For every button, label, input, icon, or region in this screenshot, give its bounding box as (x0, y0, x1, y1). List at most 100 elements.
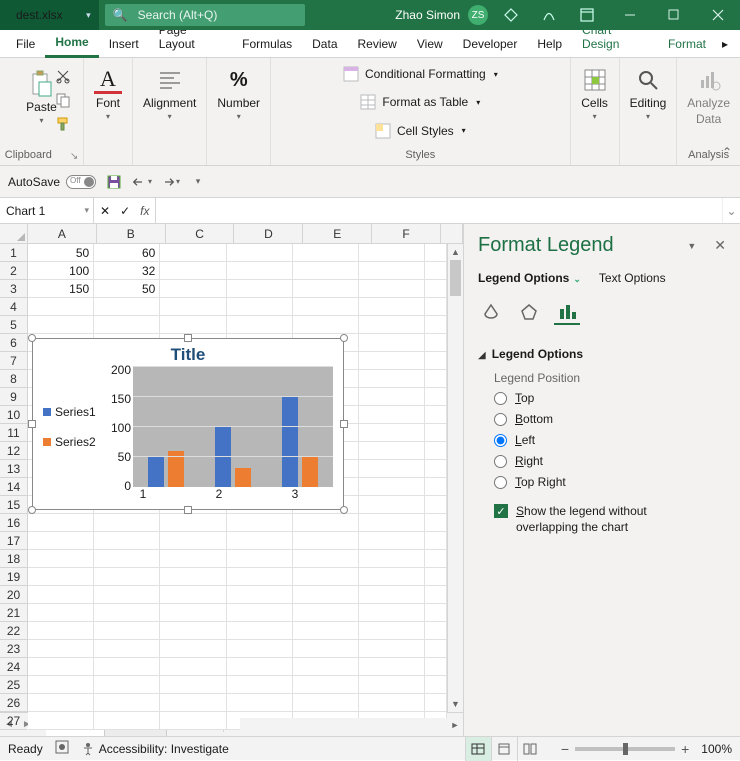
chart-plot-area[interactable]: 200150100500 (133, 367, 333, 487)
row-header[interactable]: 3 (0, 280, 27, 298)
row-header[interactable]: 5 (0, 316, 27, 334)
cell[interactable] (28, 622, 94, 640)
legend-item[interactable]: Series2 (43, 435, 105, 449)
cell[interactable]: 32 (94, 262, 160, 280)
legend-options-icon[interactable] (554, 299, 580, 325)
tab-formulas[interactable]: Formulas (232, 31, 302, 57)
effects-icon[interactable] (516, 299, 542, 325)
select-all-button[interactable] (0, 224, 28, 243)
cell[interactable]: 100 (28, 262, 94, 280)
editing-button[interactable]: Editing ▾ (628, 62, 669, 125)
cell[interactable] (293, 550, 359, 568)
cell[interactable] (28, 712, 94, 730)
cell[interactable] (293, 586, 359, 604)
cell[interactable] (425, 478, 447, 496)
cell[interactable] (293, 694, 359, 712)
cell[interactable] (227, 244, 293, 262)
cell[interactable] (28, 694, 94, 712)
tab-home[interactable]: Home (45, 29, 98, 58)
cell[interactable] (160, 280, 226, 298)
qat-customize-icon[interactable]: ▾ (188, 172, 208, 192)
zoom-percent[interactable]: 100% (701, 742, 732, 756)
cell[interactable] (28, 604, 94, 622)
cell[interactable] (425, 694, 447, 712)
cell[interactable] (227, 532, 293, 550)
cell[interactable] (359, 586, 425, 604)
cell[interactable] (94, 640, 160, 658)
cell[interactable] (425, 676, 447, 694)
cell[interactable] (425, 406, 447, 424)
row-header[interactable]: 2 (0, 262, 27, 280)
legend-item[interactable]: Series1 (43, 405, 105, 419)
bar[interactable] (235, 468, 251, 487)
col-header-d[interactable]: D (234, 224, 303, 243)
cell[interactable] (227, 514, 293, 532)
cell[interactable] (425, 370, 447, 388)
cell[interactable] (359, 352, 425, 370)
cell[interactable] (227, 586, 293, 604)
cell[interactable] (227, 640, 293, 658)
filename-box[interactable]: dest.xlsx ▾ (0, 0, 99, 30)
cell[interactable] (227, 550, 293, 568)
cell[interactable] (425, 604, 447, 622)
cell[interactable] (94, 622, 160, 640)
cell[interactable] (293, 568, 359, 586)
scroll-down-icon[interactable]: ▼ (448, 696, 463, 712)
cell[interactable]: 150 (28, 280, 94, 298)
cell[interactable] (160, 262, 226, 280)
cell[interactable] (293, 280, 359, 298)
cell[interactable] (227, 694, 293, 712)
row-header[interactable]: 21 (0, 604, 27, 622)
row-header[interactable]: 19 (0, 568, 27, 586)
cell[interactable] (160, 712, 226, 730)
paste-dropdown-icon[interactable]: ▾ (39, 116, 43, 125)
col-header-a[interactable]: A (28, 224, 97, 243)
row-header[interactable]: 20 (0, 586, 27, 604)
cell[interactable] (160, 532, 226, 550)
chart-handle-ne[interactable] (340, 334, 348, 342)
cell[interactable] (160, 568, 226, 586)
cell[interactable] (293, 676, 359, 694)
row-header[interactable]: 8 (0, 370, 27, 388)
row-header[interactable]: 10 (0, 406, 27, 424)
cell[interactable] (425, 334, 447, 352)
cell[interactable] (359, 406, 425, 424)
row-header[interactable]: 7 (0, 352, 27, 370)
chart-handle-n[interactable] (184, 334, 192, 342)
chart-title[interactable]: Title (33, 339, 343, 367)
cell[interactable] (359, 622, 425, 640)
cell[interactable] (359, 298, 425, 316)
row-header[interactable]: 4 (0, 298, 27, 316)
cell[interactable] (359, 658, 425, 676)
subtab-legend-options[interactable]: Legend Options⌄ (478, 271, 581, 285)
macro-record-icon[interactable] (55, 740, 69, 757)
cell[interactable] (425, 550, 447, 568)
cell[interactable] (160, 244, 226, 262)
bar-group[interactable] (133, 367, 200, 487)
cell[interactable] (425, 514, 447, 532)
row-header[interactable]: 15 (0, 496, 27, 514)
subtab-dropdown-icon[interactable]: ⌄ (573, 274, 581, 284)
cell[interactable] (28, 298, 94, 316)
row-header[interactable]: 26 (0, 694, 27, 712)
chart-handle-w[interactable] (28, 420, 36, 428)
cell[interactable] (160, 622, 226, 640)
bar[interactable] (302, 457, 318, 487)
col-header-f[interactable]: F (372, 224, 441, 243)
hscroll-right-icon[interactable]: ► (447, 720, 463, 730)
editing-dropdown-icon[interactable]: ▾ (646, 112, 650, 121)
cell[interactable] (160, 640, 226, 658)
expand-formula-bar-icon[interactable]: ⌄ (722, 198, 740, 223)
cell[interactable] (160, 316, 226, 334)
cell[interactable] (94, 658, 160, 676)
row-header[interactable]: 13 (0, 460, 27, 478)
cell[interactable] (359, 550, 425, 568)
cell[interactable] (425, 460, 447, 478)
cell[interactable]: 50 (28, 244, 94, 262)
collapse-ribbon-icon[interactable]: ⌃ (722, 145, 732, 159)
col-header-b[interactable]: B (97, 224, 166, 243)
redo-button[interactable]: ▾ (160, 172, 180, 192)
cell[interactable] (160, 550, 226, 568)
pane-options-dropdown-icon[interactable]: ▼ (687, 241, 696, 251)
cell[interactable] (425, 262, 447, 280)
